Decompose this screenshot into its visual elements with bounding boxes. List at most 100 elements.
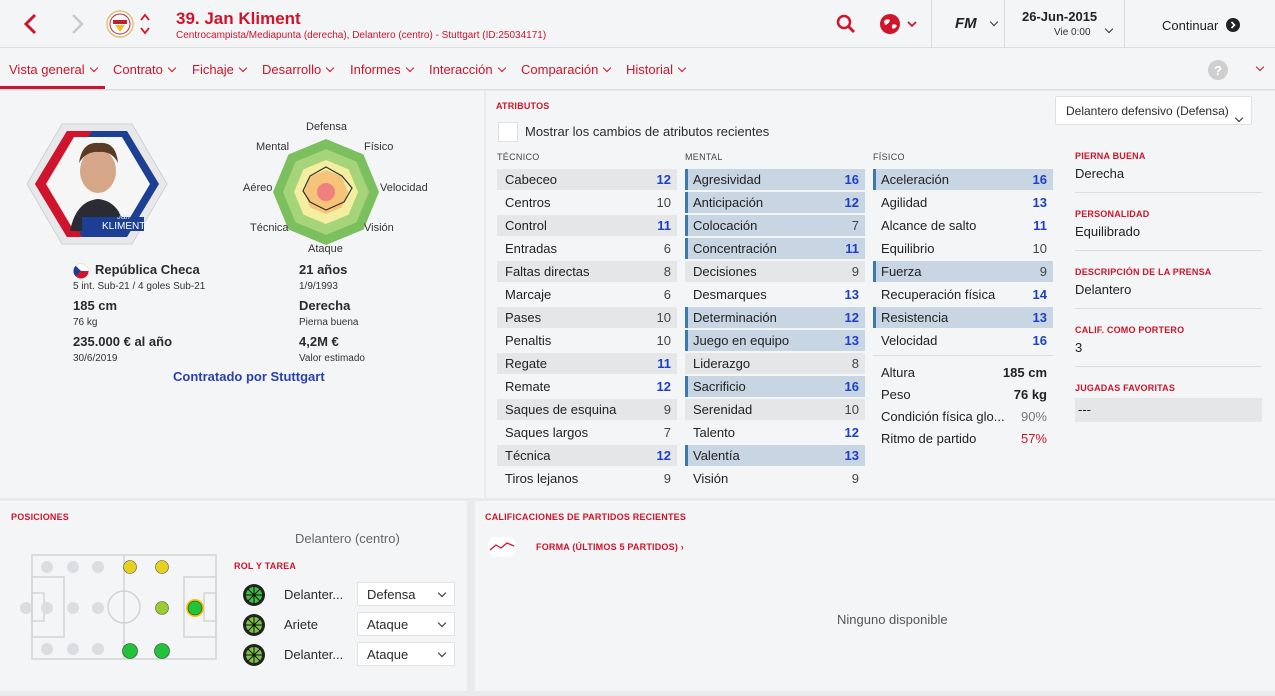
radar-label-fisico: Físico (364, 141, 394, 153)
attr-row-key: Resistencia 13 (873, 307, 1053, 328)
radar-label-defensa: Defensa (306, 121, 347, 133)
mental-title: MENTAL (685, 152, 723, 162)
attributes-panel: ATRIBUTOS Delantero defensivo (Defensa) … (486, 91, 1275, 498)
attr-row: Decisiones 9 (685, 261, 865, 282)
date-text: 26-Jun-2015 (1022, 9, 1098, 24)
time-text: Vie 0:00 (1054, 27, 1091, 38)
player-subtitle: Centrocampista/Mediapunta (derecha), Del… (176, 30, 547, 41)
forward-arrow-icon[interactable] (70, 13, 86, 38)
club-badge-icon (106, 10, 134, 41)
date-display[interactable]: 26-Jun-2015 Vie 0:00 (1004, 0, 1124, 48)
back-arrow-icon[interactable] (22, 13, 38, 38)
form-link[interactable]: FORMA (ÚLTIMOS 5 PARTIDOS) › (536, 542, 684, 552)
tab-desarrollo[interactable]: Desarrollo (262, 62, 335, 77)
signed-by-link[interactable]: Contratado por Stuttgart (173, 369, 325, 384)
attr-row: Control 11 (497, 215, 677, 236)
role-duty-title: ROL Y TAREA (234, 561, 297, 571)
stat-row: Peso 76 kg (881, 387, 1047, 402)
nav-bar: Vista general Contrato Fichaje Desarroll… (0, 48, 1275, 90)
no-ratings-text: Ninguno disponible (837, 612, 948, 627)
attr-row: Faltas directas 8 (497, 261, 677, 282)
card-last-name: KLIMENT (102, 221, 146, 232)
attr-row: Visión 9 (693, 471, 859, 486)
chevron-down-icon (1104, 24, 1114, 34)
chevron-down-icon (167, 63, 177, 73)
market-value-label: Valor estimado (299, 353, 365, 364)
continue-label: Continuar (1162, 18, 1219, 33)
attr-row: Equilibrio 10 (881, 241, 1047, 256)
role-name: Delanter... (284, 587, 344, 602)
current-position: Delantero (centro) (295, 531, 400, 546)
technical-title: TÉCNICO (497, 152, 540, 162)
role-rating-icon (242, 643, 266, 670)
chevron-down-icon (603, 63, 612, 73)
svg-text:?: ? (1214, 63, 1222, 78)
fm-logo: FM (955, 15, 977, 32)
chevron-down-icon (1234, 113, 1244, 123)
chevron-down-icon (677, 63, 687, 73)
more-menu-icon[interactable] (1251, 61, 1265, 76)
radar-label-aereo: Aéreo (243, 182, 273, 194)
duty-select[interactable]: Ataque (357, 612, 455, 636)
player-card: Jan KLIMENT (22, 119, 172, 252)
attr-row: Remate 12 (505, 379, 671, 394)
attr-row: Centros 10 (505, 195, 671, 210)
attr-row: Recuperación física 14 (881, 287, 1047, 302)
continue-button[interactable]: Continuar (1125, 0, 1275, 48)
radar-label-mental: Mental (256, 141, 290, 153)
chevron-down-icon (437, 648, 447, 658)
attr-row: Velocidad 16 (881, 333, 1047, 348)
tab-contrato[interactable]: Contrato (113, 62, 177, 77)
active-tab-indicator (0, 86, 105, 89)
attr-row-key: Agresividad 16 (685, 169, 865, 190)
attr-row: Saques de esquina 9 (497, 399, 677, 420)
preferred-foot: Derecha (299, 298, 351, 313)
attr-row: Talento 12 (693, 425, 859, 440)
attr-row-key: Colocación 7 (685, 215, 865, 236)
physical-title: FÍSICO (873, 152, 905, 162)
duty-select[interactable]: Ataque (357, 642, 455, 666)
press-value: Delantero (1075, 282, 1132, 297)
profile-panel: Jan KLIMENT Defensa Físico Velocidad Vis… (0, 91, 484, 498)
stat-row: Altura 185 cm (881, 365, 1047, 380)
tab-historial[interactable]: Historial (626, 62, 687, 77)
attr-row-key: Concentración 11 (685, 238, 865, 259)
personality-value: Equilibrado (1075, 224, 1141, 239)
favourite-moves-label: JUGADAS FAVORITAS (1075, 383, 1176, 393)
attr-row: Tiros lejanos 9 (505, 471, 671, 486)
role-name: Ariete (284, 617, 318, 632)
tab-vista-general[interactable]: Vista general (9, 62, 98, 77)
attr-row-key: Determinación 12 (685, 307, 865, 328)
weight: 76 kg (73, 317, 98, 328)
chevron-down-icon (989, 17, 999, 27)
search-icon[interactable] (836, 14, 856, 37)
tab-informes[interactable]: Informes (350, 62, 414, 77)
attr-row: Alcance de salto 11 (881, 218, 1047, 233)
chevron-down-icon (238, 63, 248, 73)
positions-panel: POSICIONES Delantero (centro) ROL Y TARE… (0, 501, 467, 691)
height: 185 cm (73, 298, 118, 313)
ratings-title: CALIFICACIONES DE PARTIDOS RECIENTES (485, 512, 687, 522)
globe-icon[interactable] (879, 13, 919, 38)
role-rating-icon (242, 583, 266, 610)
foot-label: PIERNA BUENA (1075, 151, 1146, 161)
show-changes-checkbox[interactable] (498, 122, 518, 142)
gk-rating-value: 3 (1075, 340, 1083, 355)
positions-title: POSICIONES (11, 512, 70, 522)
attr-row-key: Anticipación 12 (685, 192, 865, 213)
fm-menu-button[interactable]: FM (955, 15, 999, 32)
radar-label-ataque: Ataque (308, 243, 343, 255)
role-select[interactable]: Delantero defensivo (Defensa) (1055, 96, 1252, 125)
tab-comparacion[interactable]: Comparación (521, 62, 612, 77)
tab-interaccion[interactable]: Interacción (429, 62, 506, 77)
role-rating-icon (242, 613, 266, 640)
chevron-down-icon (437, 618, 447, 628)
help-icon[interactable]: ? (1208, 60, 1228, 83)
tab-fichaje[interactable]: Fichaje (192, 62, 248, 77)
continue-arrow-icon (1226, 18, 1240, 35)
preferred-foot-label: Pierna buena (299, 317, 359, 328)
player-switch-icon[interactable] (138, 11, 152, 40)
foot-value: Derecha (1075, 166, 1125, 181)
divider (873, 355, 1053, 356)
duty-select[interactable]: Defensa (357, 582, 455, 606)
